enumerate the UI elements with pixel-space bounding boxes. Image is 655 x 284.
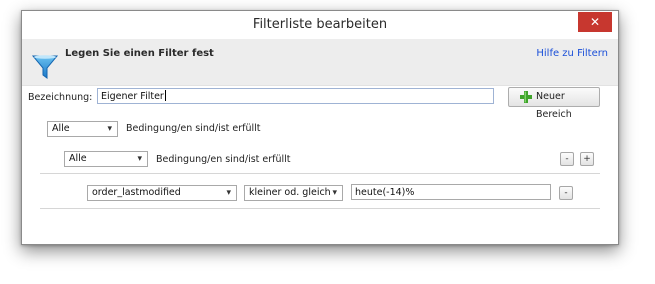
help-link[interactable]: Hilfe zu Filtern (536, 48, 608, 59)
group2-remove-button[interactable]: - (560, 152, 574, 166)
condition-divider (40, 208, 600, 209)
chevron-down-icon: ▾ (226, 188, 231, 198)
group1-mode-select[interactable]: Alle ▾ (47, 121, 118, 137)
dialog-header: Legen Sie einen Filter fest Hilfe zu Fil… (22, 39, 618, 86)
title-bar: Filterliste bearbeiten ✕ (22, 11, 618, 39)
condition-remove-button[interactable]: - (559, 186, 573, 200)
text-cursor (164, 90, 166, 101)
green-plus-icon (520, 91, 532, 103)
group1-mode-value: Alle (52, 123, 70, 134)
new-range-label: Neuer Bereich (536, 91, 572, 120)
condition-field-value: order_lastmodified (92, 187, 181, 198)
chevron-down-icon: ▾ (332, 188, 337, 198)
condition-value-input[interactable]: heute(-14)% (351, 184, 551, 200)
dialog-window: Filterliste bearbeiten ✕ Legen Sie einen… (21, 10, 619, 245)
name-input[interactable]: Eigener Filter (97, 88, 494, 104)
group2-mode-select[interactable]: Alle ▾ (64, 151, 148, 167)
name-value: Eigener Filter (101, 91, 164, 102)
window-title: Filterliste bearbeiten (252, 17, 388, 32)
group1-condition-text: Bedingung/en sind/ist erfüllt (126, 123, 261, 134)
group2-mode-value: Alle (69, 153, 87, 164)
filter-funnel-icon (31, 55, 59, 79)
name-label: Bezeichnung: (28, 92, 93, 103)
close-button[interactable]: ✕ (578, 12, 612, 32)
header-title: Legen Sie einen Filter fest (65, 48, 214, 59)
chevron-down-icon: ▾ (107, 124, 112, 134)
condition-operator-select[interactable]: kleiner od. gleich ▾ (244, 185, 343, 201)
condition-field-select[interactable]: order_lastmodified ▾ (87, 185, 237, 201)
condition-operator-value: kleiner od. gleich (249, 187, 331, 198)
new-range-button[interactable]: Neuer Bereich (508, 87, 600, 120)
group-divider (40, 173, 600, 174)
group2-condition-text: Bedingung/en sind/ist erfüllt (156, 154, 291, 165)
chevron-down-icon: ▾ (137, 154, 142, 164)
group2-add-button[interactable]: + (580, 152, 594, 166)
